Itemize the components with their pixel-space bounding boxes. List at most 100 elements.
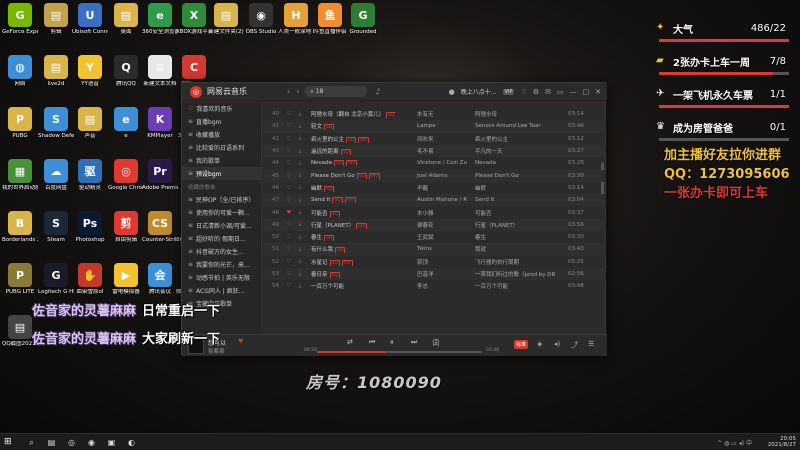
track-album[interactable]: 幽默 [475, 184, 555, 192]
track-row[interactable]: 40 ♡ ⤓ 阿狸水母（翻自 北京小黄儿） SQ 木有无 阿狸水母 03:14 [263, 108, 606, 120]
desktop-icon[interactable]: H 人类一败涂地 Human Fall Flat [278, 3, 314, 36]
track-row[interactable]: 50 ♡ ⤓ 春生 SQ 王武斌 春生 03:30 [263, 231, 606, 243]
mini-mode-icon[interactable]: ▭ [557, 88, 564, 96]
desktop-icon[interactable]: ◎ Google Chrome [108, 159, 144, 192]
mail-icon[interactable]: ✉ [545, 88, 551, 96]
file-explorer-icon[interactable]: ▤ [46, 437, 57, 448]
track-album[interactable]: Please Don't Go [475, 173, 555, 179]
username[interactable]: 晚上八点十... [461, 87, 497, 96]
maximize-icon[interactable]: □ [583, 88, 590, 96]
like-heart-icon[interactable]: ♡ [283, 136, 295, 142]
minimize-icon[interactable]: — [570, 88, 577, 96]
download-icon[interactable]: ⤓ [295, 258, 305, 265]
download-icon[interactable]: ⤓ [295, 184, 305, 191]
track-album[interactable]: Send It [475, 197, 555, 203]
forward-arrow-icon[interactable]: › [296, 87, 299, 96]
music-app-window[interactable]: ◎ 网易云音乐 ‹ › ⌕ 18 ♪ ● 晚上八点十... VIP ♢ ⚙ ✉ … [181, 82, 607, 356]
download-icon[interactable]: ⤓ [295, 283, 305, 290]
track-row[interactable]: 49 ♡ ⤓ 行星（PLANET） SQ 谢春花 行星（PLANET） 03:56 [263, 218, 606, 231]
like-heart-icon[interactable]: ♡ [283, 111, 295, 117]
back-arrow-icon[interactable]: ‹ [287, 87, 290, 96]
windows-start-icon[interactable]: ⊞ [4, 437, 14, 447]
sidebar-item[interactable]: ≡ 民神OP（全/已排序） [182, 193, 261, 206]
track-album[interactable]: 飞行器的执行周期 [475, 258, 555, 266]
track-row[interactable]: 41 ♡ ⤓ 轻文 SQ Lampe Senses Around Lee Tear 03:46 [263, 120, 606, 133]
track-row[interactable]: 43 ♡ ⤓ 遥远的距离 SQ 毛不易 平凡的一天 03:27 [263, 144, 606, 158]
effects-icon[interactable]: ◈ [537, 340, 542, 348]
track-album[interactable]: 一首我们听过的歌（prod by DRO... [475, 270, 555, 278]
search-input[interactable]: ⌕ 18 [305, 86, 368, 97]
desktop-icon[interactable]: ◉ OBS Studio [243, 3, 279, 36]
track-title[interactable]: Nevada SQ MV [311, 160, 395, 167]
chrome-icon[interactable]: ◎ [66, 437, 77, 448]
next-icon[interactable]: ⏭ [411, 338, 417, 347]
box-app-icon[interactable]: ▣ [106, 437, 117, 448]
like-heart-icon[interactable]: ♡ [283, 234, 295, 240]
volume-icon[interactable]: ◂) [554, 340, 560, 348]
track-artist[interactable]: 风吹来 [417, 135, 467, 143]
desktop-icon[interactable]: e 360安全浏览器 [142, 3, 178, 36]
track-artist[interactable]: 李志 [417, 282, 467, 290]
search-icon[interactable]: ⌕ [26, 437, 37, 448]
desktop-icon[interactable]: Pr Adobe Premiere [142, 159, 178, 192]
desktop-icon[interactable]: B Borderlands 2 [2, 211, 38, 244]
download-icon[interactable]: ⤓ [295, 271, 305, 278]
desktop-icon[interactable]: 鱼斗鱼直播伴侣 [312, 3, 348, 36]
track-title[interactable]: 行星（PLANET） SQ [311, 221, 395, 229]
track-album[interactable]: 春生 [475, 233, 555, 241]
track-row[interactable]: 45 ♡ ⤓ Please Don't Go SQ MV Joel Adams Please … [263, 169, 606, 182]
sidebar-item[interactable]: ≡ ACG同人 | 疯狂... [182, 284, 261, 297]
desktop-icon[interactable]: ◍ 网络 [2, 55, 38, 88]
track-row[interactable]: 44 ♡ ⤓ Nevada SQ MV Vicetone / Cozi Zuh Nevada 0… [263, 157, 606, 169]
track-row[interactable]: 53 ♡⤓ 春日亲SQ 巴音洋一首我们听过的歌（prod by DRO... 02:56 [263, 267, 606, 281]
download-icon[interactable]: ⤓ [295, 209, 305, 216]
track-artist[interactable]: 木小雅 [417, 209, 467, 217]
track-artist[interactable]: 木有无 [417, 110, 467, 118]
like-heart-icon[interactable]: ♡ [283, 148, 295, 154]
track-artist[interactable]: Lampe [417, 123, 467, 129]
desktop-icon[interactable]: ▦ 我的世界启动器 [2, 159, 38, 192]
track-artist[interactable]: Joel Adams [417, 173, 467, 179]
download-icon[interactable]: ⤓ [295, 135, 305, 142]
track-title[interactable]: 春生 SQ [311, 233, 395, 242]
sidebar-item[interactable]: ≡ 使用你的可爱一颗... [182, 206, 261, 219]
download-icon[interactable]: ⤓ [295, 246, 305, 253]
progress-bar[interactable] [317, 351, 482, 353]
sidebar-item[interactable]: ≡ 我要你的光芒，来... [182, 258, 261, 271]
close-icon[interactable]: ✕ [595, 88, 601, 96]
like-heart-icon[interactable]: ♡ [283, 271, 295, 277]
track-album[interactable]: 可能否 [475, 209, 555, 217]
desktop-icon[interactable]: P PUBG LITE [2, 263, 38, 296]
track-title[interactable]: 遥远的距离 SQ [311, 147, 395, 156]
now-playing-artist[interactable]: 张紫豪 [208, 347, 225, 355]
desktop-icon[interactable]: 会腾讯会议 [142, 263, 178, 296]
track-artist[interactable]: 谢春花 [417, 221, 467, 229]
download-icon[interactable]: ⤓ [295, 148, 305, 155]
track-title[interactable]: Please Don't Go SQ MV [311, 172, 395, 179]
shuffle-icon[interactable]: ⇄ [347, 338, 353, 346]
pause-icon[interactable]: ⏸ [390, 338, 394, 347]
sidebar-item[interactable]: ♡ 我喜欢的音乐 [182, 102, 261, 115]
track-album[interactable]: Nevada [475, 160, 555, 166]
app-titlebar[interactable]: ◎ 网易云音乐 ‹ › ⌕ 18 ♪ ● 晚上八点十... VIP ♢ ⚙ ✉ … [182, 83, 607, 101]
track-artist[interactable]: 王武斌 [417, 233, 467, 241]
download-icon[interactable]: ⤓ [295, 123, 305, 130]
track-row[interactable]: 42 ♡ ⤓ 疯火里的公主 SQ MV 风吹来 疯火里的公主 03:12 [263, 133, 606, 145]
track-title[interactable]: 可能否 SQ [311, 209, 395, 217]
track-row[interactable]: 51 ♡ ⤓ 有什么我 SQ Twins 我就 03:43 [263, 243, 606, 256]
prev-icon[interactable]: ⏮ [369, 338, 375, 347]
track-title[interactable]: 春日亲 SQ [311, 270, 395, 279]
track-album[interactable]: 阿狸水母 [475, 110, 555, 118]
sidebar-item[interactable]: ≡ 直播bgm [182, 115, 261, 128]
track-artist[interactable]: Twins [417, 246, 467, 252]
desktop-icon[interactable]: P PUBG [2, 107, 38, 140]
desktop-icon[interactable]: CS Counter-Strike Global Off [142, 211, 178, 244]
share-icon[interactable]: ⤴ [571, 340, 578, 350]
obs-icon[interactable]: ◐ [126, 437, 137, 448]
download-icon[interactable]: ⤓ [295, 172, 305, 179]
sidebar-item[interactable]: ≡ 比较爱的日语系列 [182, 141, 261, 154]
track-title[interactable]: 疯火里的公主 SQ MV [311, 135, 395, 143]
download-icon[interactable]: ⤓ [295, 234, 305, 241]
sidebar-item[interactable]: ≡ 收藏播放 [182, 128, 261, 141]
desktop-icon[interactable]: ▤ 新建文件夹(2) [208, 3, 244, 36]
